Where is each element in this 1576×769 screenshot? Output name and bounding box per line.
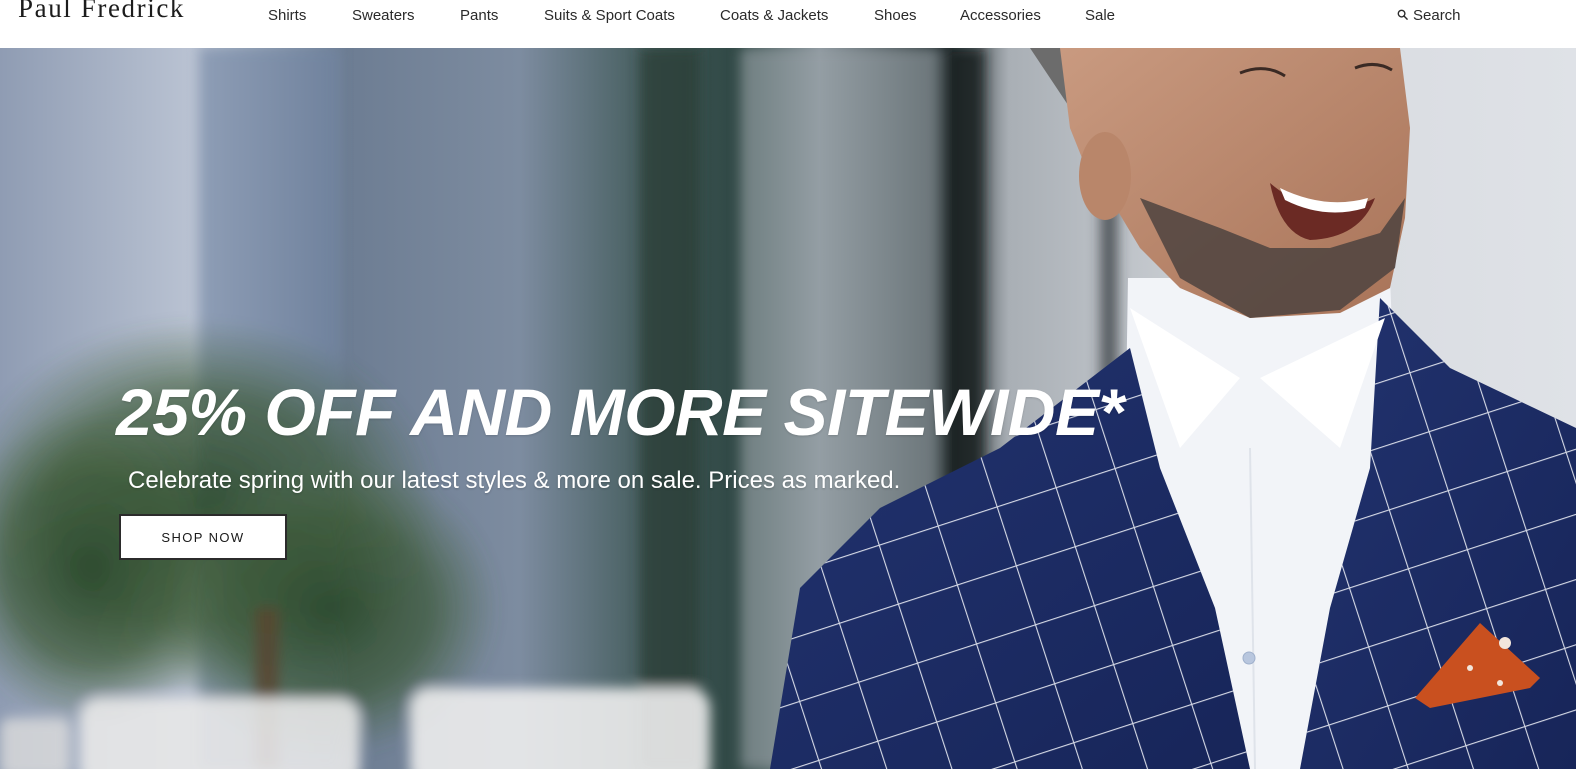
search-label: Search [1413, 7, 1461, 24]
hero-headline: 25% OFF AND MORE SITEWIDE* [116, 375, 1124, 449]
search-icon [1397, 7, 1408, 24]
nav-item-shirts[interactable]: Shirts [268, 7, 306, 24]
site-header: Paul Fredrick Shirts Sweaters Pants Suit… [0, 0, 1576, 48]
hero-subheadline: Celebrate spring with our latest styles … [128, 467, 901, 494]
search-button[interactable]: Search [1397, 7, 1461, 24]
nav-item-coats-jackets[interactable]: Coats & Jackets [720, 7, 828, 24]
hero-banner[interactable]: 25% OFF AND MORE SITEWIDE* Celebrate spr… [0, 48, 1576, 769]
nav-item-shoes[interactable]: Shoes [874, 7, 917, 24]
nav-item-pants[interactable]: Pants [460, 7, 498, 24]
main-nav: Shirts Sweaters Pants Suits & Sport Coat… [0, 0, 1576, 32]
nav-item-suits-sport-coats[interactable]: Suits & Sport Coats [544, 7, 675, 24]
shop-now-button[interactable]: SHOP NOW [119, 514, 287, 560]
nav-item-accessories[interactable]: Accessories [960, 7, 1041, 24]
nav-item-sale[interactable]: Sale [1085, 7, 1115, 24]
nav-item-sweaters[interactable]: Sweaters [352, 7, 415, 24]
